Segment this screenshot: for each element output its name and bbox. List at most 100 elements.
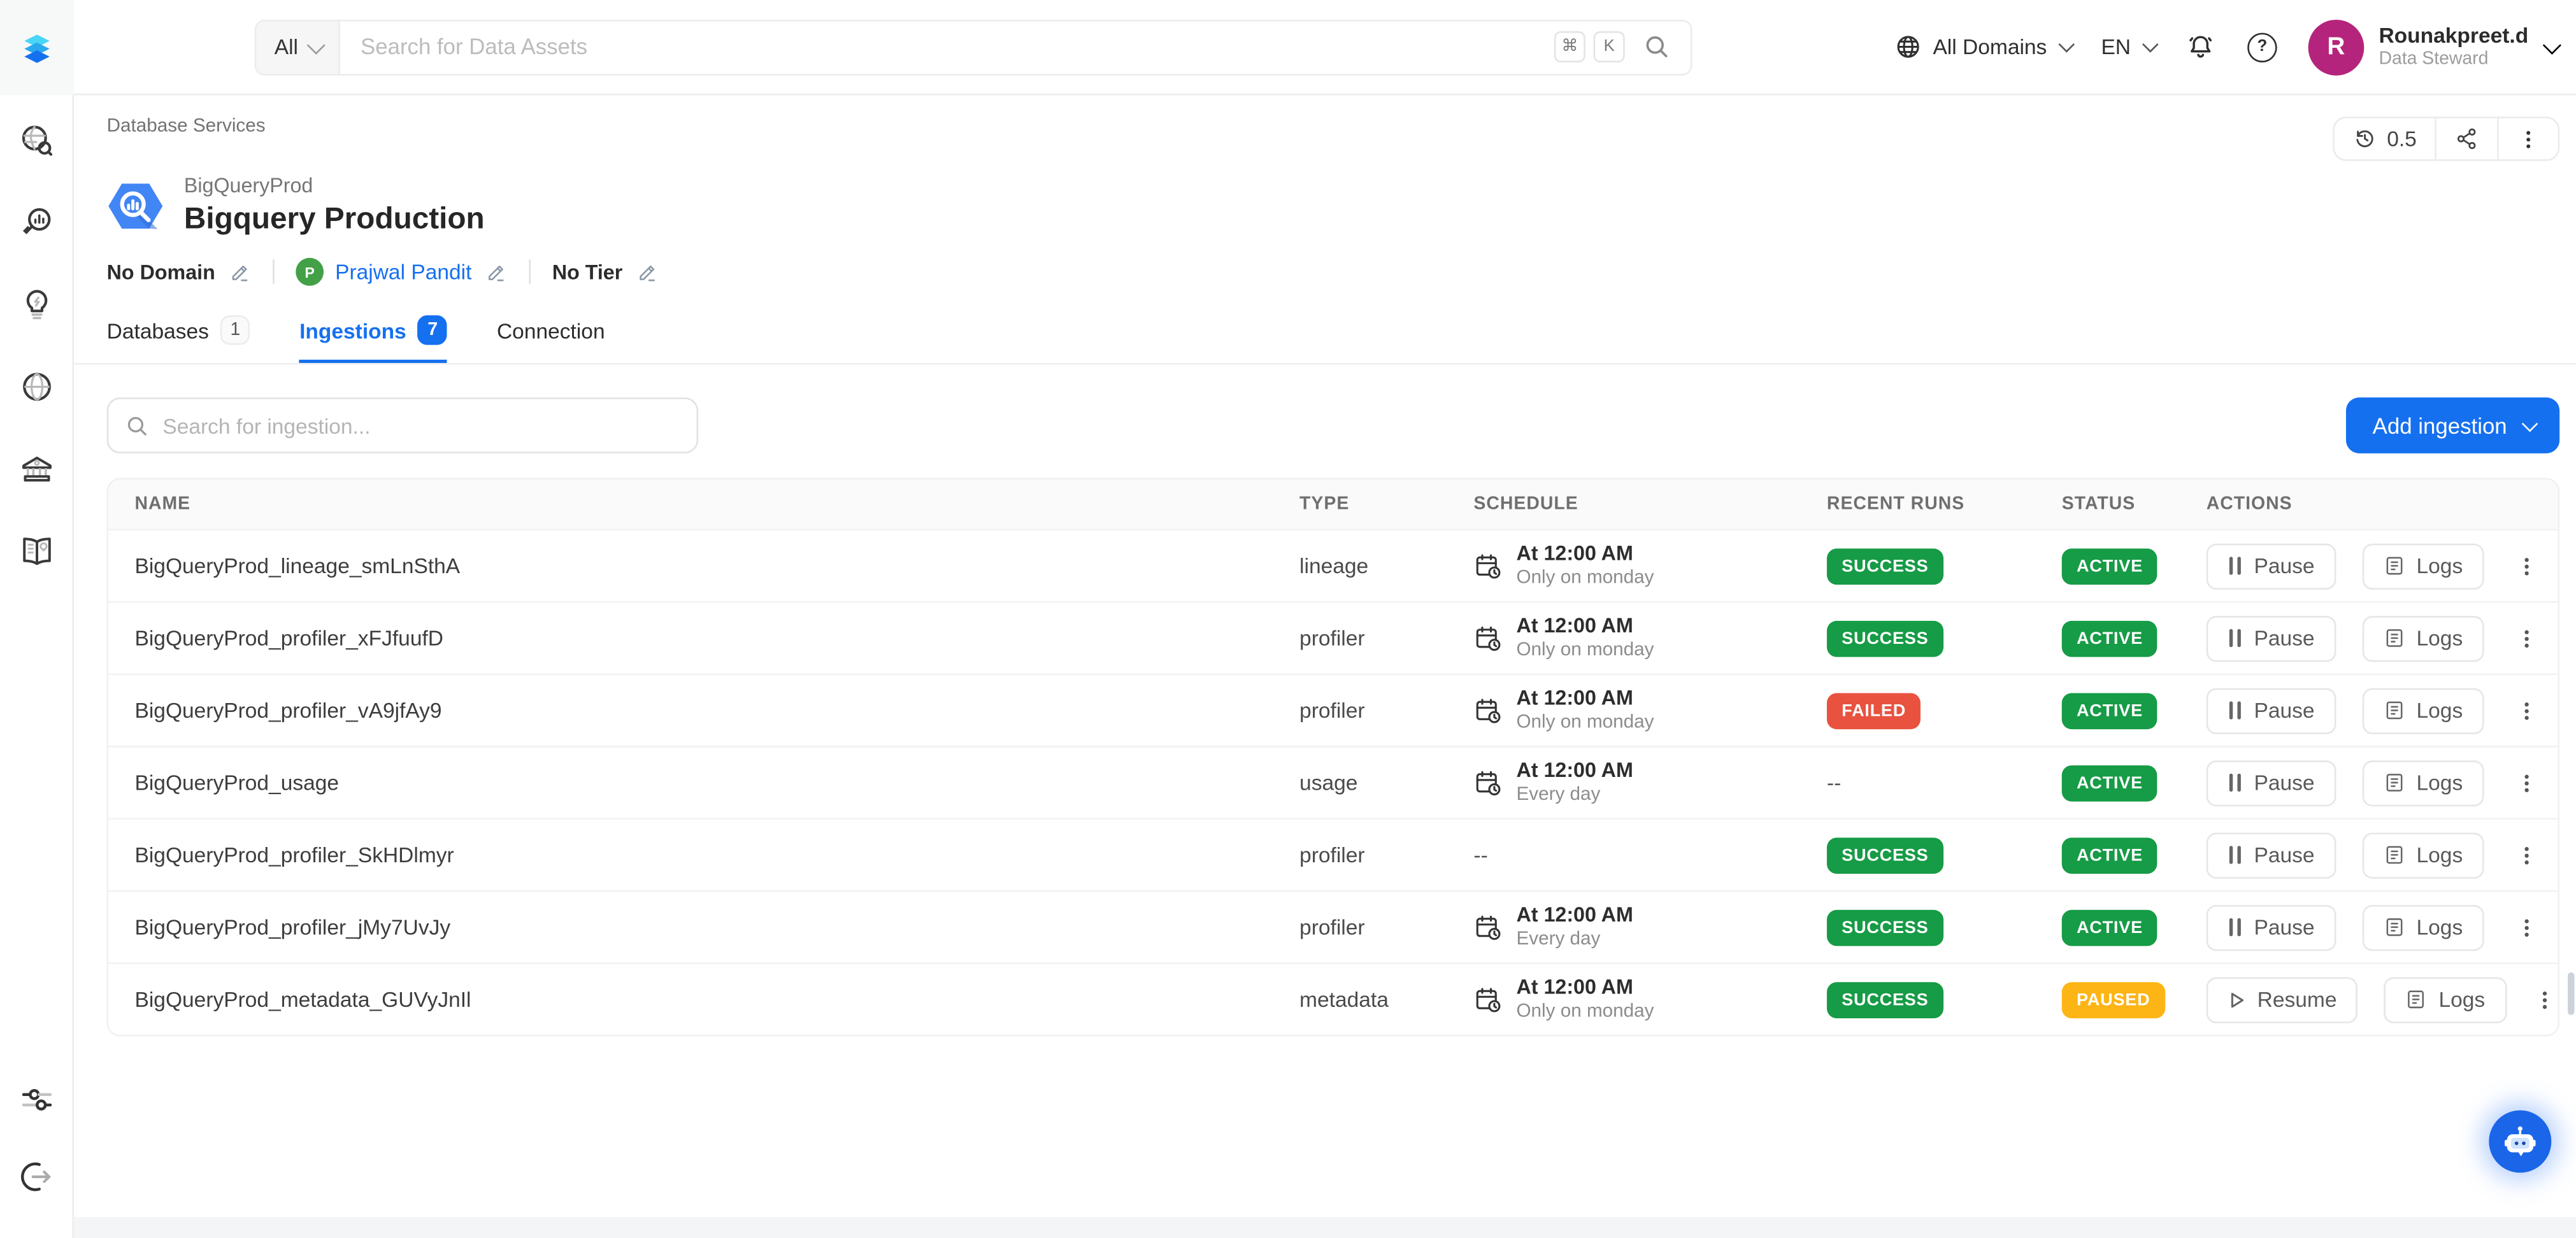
row-kebab-icon[interactable] bbox=[2533, 987, 2556, 1013]
govern-icon[interactable] bbox=[17, 450, 55, 488]
pause-button[interactable]: Pause bbox=[2207, 688, 2336, 734]
ingestion-name[interactable]: BigQueryProd_usage bbox=[134, 771, 1299, 795]
edit-tier-icon[interactable] bbox=[636, 261, 659, 284]
tab-connection[interactable]: Connection bbox=[497, 316, 605, 364]
observability-icon[interactable] bbox=[17, 204, 55, 241]
recent-run-badge[interactable]: FAILED bbox=[1827, 693, 1921, 729]
search-icon bbox=[125, 413, 150, 438]
ingestion-search-input[interactable] bbox=[162, 413, 680, 438]
notifications-bell-icon[interactable] bbox=[2185, 31, 2216, 62]
recent-run-badge[interactable]: SUCCESS bbox=[1827, 837, 1943, 874]
sidebar-item-home[interactable] bbox=[0, 0, 73, 96]
col-actions: ACTIONS bbox=[2207, 495, 2558, 515]
logs-icon bbox=[2384, 917, 2405, 939]
explore-icon[interactable] bbox=[17, 122, 55, 159]
version-button[interactable]: 0.5 bbox=[2335, 118, 2435, 159]
share-button[interactable] bbox=[2435, 118, 2497, 159]
logs-button[interactable]: Logs bbox=[2384, 977, 2506, 1023]
user-name: Rounakpreet.d bbox=[2379, 22, 2528, 49]
row-kebab-icon[interactable] bbox=[2515, 770, 2538, 796]
row-kebab-icon[interactable] bbox=[2515, 698, 2538, 724]
row-kebab-icon[interactable] bbox=[2515, 914, 2538, 941]
chevron-down-icon bbox=[2058, 36, 2075, 53]
tier-value: No Tier bbox=[552, 261, 622, 284]
pause-icon bbox=[2228, 918, 2242, 936]
breadcrumb[interactable]: Database Services bbox=[107, 117, 266, 136]
insights-icon[interactable] bbox=[17, 286, 55, 324]
resume-button[interactable]: Resume bbox=[2207, 977, 2358, 1023]
owner-avatar: P bbox=[296, 259, 324, 287]
pause-button[interactable]: Pause bbox=[2207, 905, 2336, 951]
col-status: STATUS bbox=[2062, 495, 2207, 515]
share-icon bbox=[2454, 127, 2479, 152]
user-menu[interactable]: R Rounakpreet.d Data Steward bbox=[2308, 19, 2556, 75]
pause-button[interactable]: Pause bbox=[2207, 616, 2336, 662]
search-scope-dropdown[interactable]: All bbox=[256, 20, 341, 73]
recent-run-badge[interactable]: SUCCESS bbox=[1827, 620, 1943, 657]
tab-ingestions[interactable]: Ingestions 7 bbox=[299, 316, 447, 364]
pause-button[interactable]: Pause bbox=[2207, 543, 2336, 589]
global-search-input[interactable] bbox=[341, 34, 1554, 59]
language-dropdown[interactable]: EN bbox=[2101, 34, 2154, 59]
ingestion-name[interactable]: BigQueryProd_profiler_SkHDlmyr bbox=[134, 843, 1299, 868]
logs-button[interactable]: Logs bbox=[2362, 688, 2484, 734]
col-type: TYPE bbox=[1299, 495, 1473, 515]
status-badge: ACTIVE bbox=[2062, 620, 2157, 657]
settings-icon[interactable] bbox=[17, 1081, 55, 1118]
pause-icon bbox=[2228, 774, 2242, 792]
more-actions-button[interactable] bbox=[2497, 118, 2558, 159]
ingestion-search bbox=[107, 398, 698, 454]
pause-button[interactable]: Pause bbox=[2207, 760, 2336, 806]
command-key-icon: ⌘ bbox=[1554, 31, 1585, 62]
ingestion-name[interactable]: BigQueryProd_profiler_vA9jfAy9 bbox=[134, 699, 1299, 723]
pause-button[interactable]: Pause bbox=[2207, 832, 2336, 878]
table-row: BigQueryProd_profiler_SkHDlmyr profiler … bbox=[108, 818, 2558, 890]
owner-name[interactable]: Prajwal Pandit bbox=[335, 260, 471, 285]
recent-run-badge[interactable]: SUCCESS bbox=[1827, 548, 1943, 585]
domains-icon[interactable] bbox=[17, 368, 55, 406]
logs-button[interactable]: Logs bbox=[2362, 760, 2484, 806]
table-header: NAME TYPE SCHEDULE RECENT RUNS STATUS AC… bbox=[108, 480, 2558, 529]
status-badge: PAUSED bbox=[2062, 982, 2165, 1018]
user-avatar: R bbox=[2308, 19, 2365, 75]
pause-icon bbox=[2228, 630, 2242, 648]
row-kebab-icon[interactable] bbox=[2515, 625, 2538, 651]
calendar-clock-icon bbox=[1473, 696, 1503, 725]
ingestion-name[interactable]: BigQueryProd_metadata_GUVyJnIl bbox=[134, 988, 1299, 1013]
logs-button[interactable]: Logs bbox=[2362, 832, 2484, 878]
service-header: BigQueryProd Bigquery Production bbox=[107, 173, 2560, 239]
status-badge: ACTIVE bbox=[2062, 548, 2157, 585]
ingestion-name[interactable]: BigQueryProd_profiler_xFJfuufD bbox=[134, 626, 1299, 651]
search-icon[interactable] bbox=[1643, 33, 1671, 61]
add-ingestion-button[interactable]: Add ingestion bbox=[2346, 398, 2559, 454]
chatbot-button[interactable] bbox=[2489, 1110, 2551, 1172]
help-icon[interactable]: ? bbox=[2247, 32, 2277, 61]
scrollbar-thumb[interactable] bbox=[2568, 972, 2574, 1015]
chatbot-icon bbox=[2500, 1122, 2540, 1162]
recent-run-badge[interactable]: SUCCESS bbox=[1827, 909, 1943, 946]
logs-button[interactable]: Logs bbox=[2362, 543, 2484, 589]
sidebar-bottom bbox=[17, 1081, 55, 1238]
logout-icon[interactable] bbox=[17, 1158, 55, 1195]
logs-button[interactable]: Logs bbox=[2362, 616, 2484, 662]
tab-databases[interactable]: Databases 1 bbox=[107, 316, 250, 364]
ingestion-name[interactable]: BigQueryProd_lineage_smLnSthA bbox=[134, 554, 1299, 579]
row-kebab-icon[interactable] bbox=[2515, 843, 2538, 869]
logs-icon bbox=[2384, 628, 2405, 650]
status-badge: ACTIVE bbox=[2062, 909, 2157, 946]
bigquery-icon bbox=[107, 177, 164, 234]
domains-dropdown[interactable]: All Domains bbox=[1894, 33, 2070, 61]
logs-icon bbox=[2384, 555, 2405, 577]
logs-button[interactable]: Logs bbox=[2362, 905, 2484, 951]
page-title: Bigquery Production bbox=[184, 199, 485, 239]
edit-owner-icon[interactable] bbox=[485, 261, 508, 284]
edit-domain-icon[interactable] bbox=[228, 261, 251, 284]
knowledge-center-icon[interactable] bbox=[17, 532, 55, 570]
ingestion-name[interactable]: BigQueryProd_profiler_jMy7UvJy bbox=[134, 915, 1299, 940]
logs-icon bbox=[2406, 989, 2428, 1011]
openmetadata-logo-icon bbox=[17, 29, 55, 66]
row-kebab-icon[interactable] bbox=[2515, 553, 2538, 580]
calendar-clock-icon bbox=[1473, 624, 1503, 653]
recent-run-badge[interactable]: SUCCESS bbox=[1827, 982, 1943, 1018]
recent-run-empty: -- bbox=[1827, 771, 2062, 795]
